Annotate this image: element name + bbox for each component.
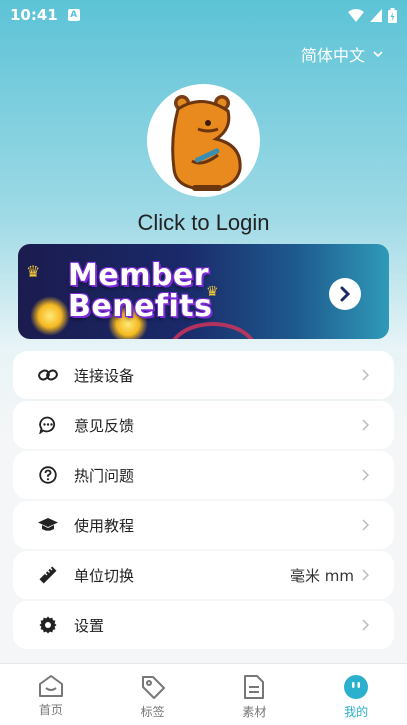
crown-icon: ♛ [26,262,41,281]
decorative-ring [168,322,258,339]
tab-label: 首页 [38,703,63,717]
graduation-cap-icon [37,514,59,536]
chevron-right-icon [362,568,372,582]
chat-bubble-icon [37,414,59,436]
chevron-right-icon [362,518,372,532]
tag-icon [141,676,165,699]
chevron-right-icon [362,468,372,482]
banner-title-line2: Benefits [68,289,213,324]
menu-item-unit-switch[interactable]: 单位切换 毫米 mm [13,551,394,599]
ruler-icon [37,564,59,586]
menu-item-feedback[interactable]: 意见反馈 [13,401,394,449]
menu-item-faq[interactable]: 热门问题 [13,451,394,499]
status-icons [348,7,397,23]
menu-item-settings[interactable]: 设置 [13,601,394,649]
menu-item-tutorial[interactable]: 使用教程 [13,501,394,549]
question-circle-icon [37,464,59,486]
chevron-down-icon [373,50,383,57]
login-link[interactable]: Click to Login [0,210,407,236]
unit-value: 毫米 mm [290,566,354,585]
document-icon [244,675,265,699]
tab-label: 素材 [242,705,267,719]
tab-materials[interactable]: 素材 [204,664,306,725]
link-icon [37,364,59,386]
menu-item-label: 使用教程 [74,516,135,535]
profile-icon [344,675,369,699]
battery-icon [388,7,397,23]
menu-item-label: 热门问题 [74,466,135,485]
language-label: 简体中文 [300,46,365,65]
signal-icon [370,8,382,22]
banner-title-line1: Member [68,258,210,293]
chevron-right-icon [340,286,351,302]
decorative-glow [30,296,70,336]
notification-icon: A [67,9,80,21]
tab-mine[interactable]: 我的 [305,664,407,725]
chevron-right-icon [362,618,372,632]
menu-item-label: 意见反馈 [74,416,135,435]
status-time: 10:41 [10,6,58,24]
tab-labels[interactable]: 标签 [102,664,204,725]
menu-item-label: 连接设备 [74,366,135,385]
bottom-tab-bar: 首页 标签 素材 我的 [0,663,407,725]
member-benefits-banner[interactable]: ♛ ♛ Member Benefits [18,244,389,339]
chevron-right-icon [362,368,372,382]
banner-arrow-button[interactable] [329,278,361,310]
beaver-mascot-icon [170,94,242,191]
settings-menu: 连接设备 意见反馈 热门问题 使用教程 单位切换 毫米 mm 设置 [13,351,394,651]
language-selector[interactable]: 简体中文 [301,42,383,66]
banner-title: Member Benefits [68,260,212,322]
menu-item-connect-device[interactable]: 连接设备 [13,351,394,399]
chevron-right-icon [362,418,372,432]
wifi-icon [348,8,364,22]
menu-item-label: 设置 [74,616,105,635]
home-icon [38,675,63,697]
menu-item-label: 单位切换 [74,566,135,585]
tab-label: 我的 [344,705,369,719]
status-bar: 10:41 A [0,0,407,30]
tab-home[interactable]: 首页 [0,664,102,725]
tab-label: 标签 [140,705,165,719]
gear-icon [37,614,59,636]
avatar[interactable] [147,84,260,197]
